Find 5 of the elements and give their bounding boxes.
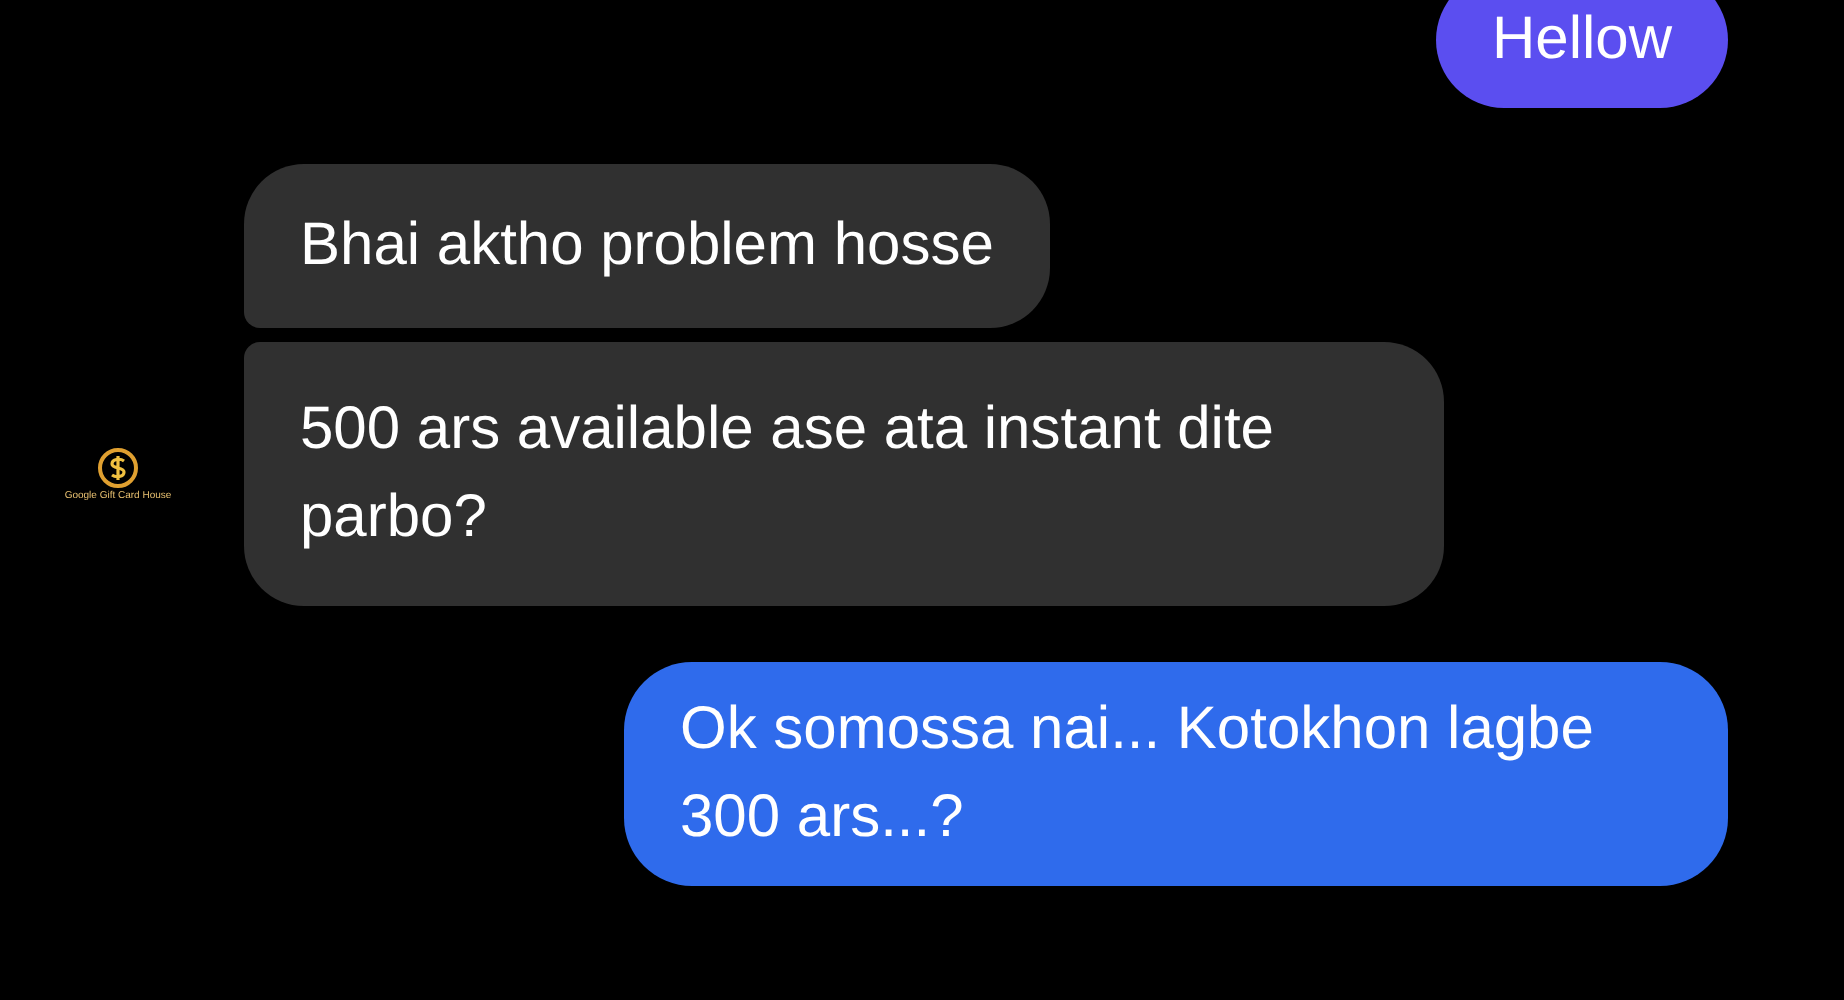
dollar-coin-icon [96, 445, 140, 489]
sent-message-bubble: Ok somossa nai... Kotokhon lagbe 300 ars...? [624, 662, 1728, 886]
received-message-bubble: 500 ars available ase ata instant dite parbo? [244, 342, 1444, 606]
sent-message-bubble: Hellow [1435, 0, 1728, 108]
received-message-bubble: Bhai aktho problem hosse [244, 164, 1050, 328]
